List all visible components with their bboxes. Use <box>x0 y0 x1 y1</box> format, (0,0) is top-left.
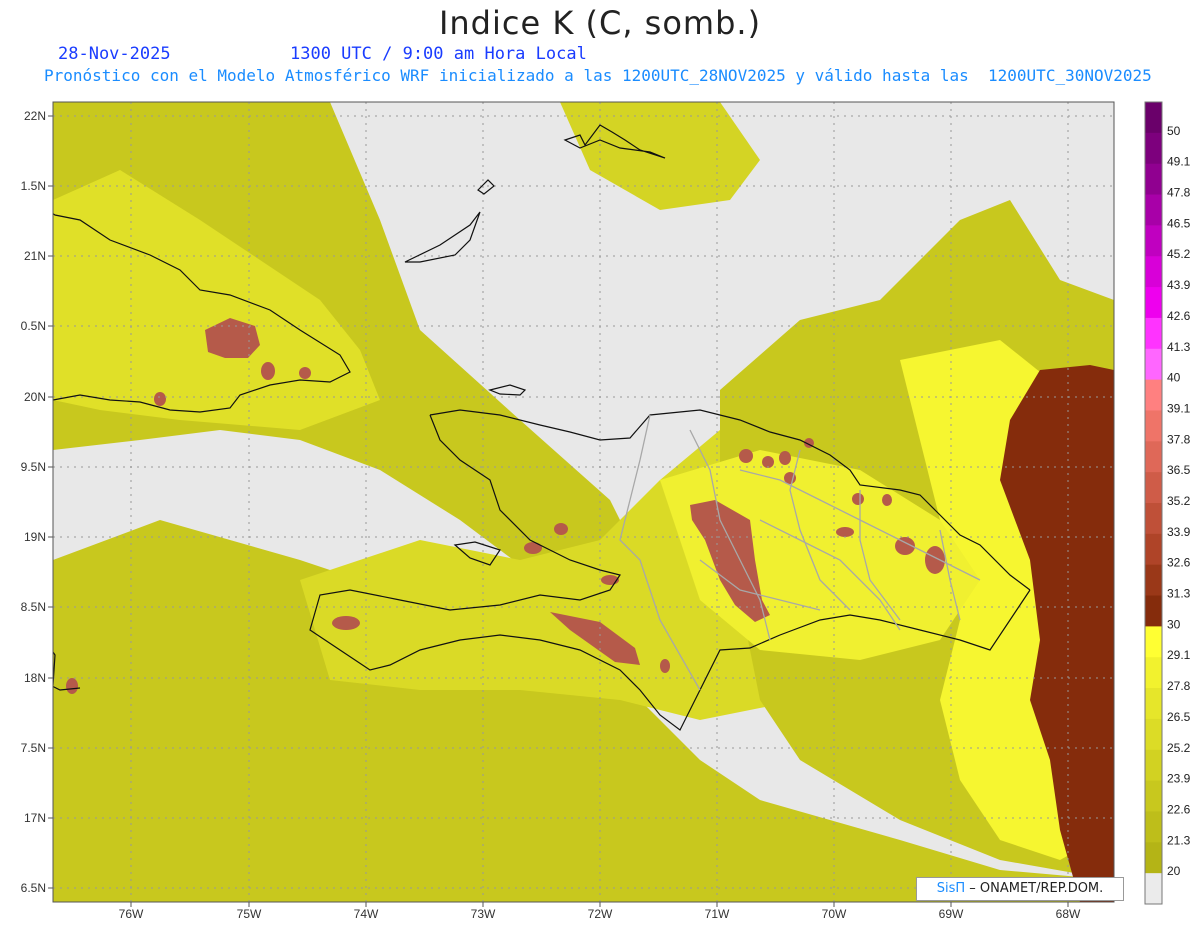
colorbar-swatch <box>1145 503 1162 535</box>
colorbar-swatch <box>1145 657 1162 689</box>
colorbar-label: 30 <box>1167 617 1181 631</box>
colorbar-swatch <box>1145 472 1162 504</box>
colorbar-label: 41.3 <box>1167 340 1191 354</box>
lon-axis: 76W 75W 74W 73W 72W 71W 70W 69W 68W <box>119 907 1081 921</box>
colorbar-swatch <box>1145 718 1162 751</box>
colorbar-label: 21.3 <box>1167 833 1191 847</box>
colorbar-swatch <box>1145 811 1162 843</box>
lat-label: 9.5N <box>21 460 46 474</box>
colorbar-label: 42.6 <box>1167 309 1191 323</box>
colorbar-swatch <box>1145 163 1162 196</box>
lat-label: 1.5N <box>21 179 46 193</box>
lat-label: 19N <box>24 530 46 544</box>
colorbar-label: 33.9 <box>1167 525 1191 539</box>
k-index-map: 76W 75W 74W 73W 72W 71W 70W 69W 68W 22N … <box>21 101 1191 921</box>
credit-badge: SisΠ – ONAMET/REP.DOM. <box>916 877 1124 901</box>
credit-org: – ONAMET/REP.DOM. <box>969 881 1104 896</box>
colorbar-swatch <box>1145 842 1162 874</box>
colorbar-swatch <box>1145 132 1162 165</box>
lon-label: 69W <box>939 907 964 921</box>
colorbar-swatch <box>1145 533 1162 566</box>
colorbar-swatch <box>1145 441 1162 473</box>
colorbar-label: 43.9 <box>1167 278 1191 292</box>
lat-label: 21N <box>24 249 46 263</box>
colorbar-label: 35.2 <box>1167 494 1191 508</box>
colorbar-swatch <box>1145 225 1162 257</box>
lon-label: 70W <box>822 907 847 921</box>
lat-label: 0.5N <box>21 319 46 333</box>
colorbar-swatch <box>1145 287 1162 319</box>
lat-label: 8.5N <box>21 600 46 614</box>
colorbar-label: 49.1 <box>1167 155 1191 169</box>
lon-label: 73W <box>471 907 496 921</box>
colorbar-label: 23.9 <box>1167 772 1191 786</box>
lat-label: 6.5N <box>21 881 46 895</box>
colorbar-label: 26.5 <box>1167 710 1191 724</box>
lon-label: 68W <box>1056 907 1081 921</box>
colorbar-legend: 50 49.1 47.8 46.5 45.2 43.9 42.6 41.3 40 39.1 37.8… <box>1144 101 1191 905</box>
colorbar-swatch <box>1145 595 1162 627</box>
colorbar-label: 40 <box>1167 371 1181 385</box>
lat-label: 20N <box>24 390 46 404</box>
colorbar-swatch <box>1145 873 1162 905</box>
colorbar-label: 25.2 <box>1167 741 1191 755</box>
colorbar-swatch <box>1145 780 1162 812</box>
colorbar-label: 50 <box>1167 124 1181 138</box>
lon-label: 71W <box>705 907 730 921</box>
colorbar-label: 22.6 <box>1167 802 1191 816</box>
lat-label: 18N <box>24 671 46 685</box>
colorbar-label: 46.5 <box>1167 216 1191 230</box>
colorbar-swatch <box>1145 256 1162 288</box>
lat-label: 7.5N <box>21 741 46 755</box>
colorbar-label: 27.8 <box>1167 679 1191 693</box>
colorbar-label: 47.8 <box>1167 186 1191 200</box>
colorbar-swatch <box>1145 626 1162 658</box>
colorbar-label: 37.8 <box>1167 432 1191 446</box>
colorbar-label: 36.5 <box>1167 463 1191 477</box>
colorbar-label: 20 <box>1167 864 1181 878</box>
colorbar-swatch <box>1145 749 1162 782</box>
colorbar-label: 45.2 <box>1167 247 1191 261</box>
lon-label: 72W <box>588 907 613 921</box>
colorbar-swatch <box>1145 410 1162 442</box>
colorbar-label: 32.6 <box>1167 556 1191 570</box>
lat-label: 17N <box>24 811 46 825</box>
colorbar-label: 39.1 <box>1167 401 1191 415</box>
sis-logo: SisΠ <box>936 881 966 896</box>
colorbar-swatch <box>1145 379 1162 411</box>
lat-axis: 22N 1.5N 21N 0.5N 20N 9.5N 19N 8.5N 18N … <box>21 109 46 895</box>
colorbar-label: 29.1 <box>1167 648 1191 662</box>
colorbar-swatch <box>1145 348 1162 381</box>
lon-label: 76W <box>119 907 144 921</box>
lon-label: 74W <box>354 907 379 921</box>
colorbar-swatch <box>1145 688 1162 720</box>
colorbar-swatch <box>1145 564 1162 597</box>
lon-label: 75W <box>237 907 262 921</box>
colorbar-label: 31.3 <box>1167 587 1191 601</box>
colorbar-swatch <box>1145 102 1162 134</box>
lat-label: 22N <box>24 109 46 123</box>
colorbar-swatch <box>1145 317 1162 350</box>
colorbar-swatch <box>1145 194 1162 226</box>
